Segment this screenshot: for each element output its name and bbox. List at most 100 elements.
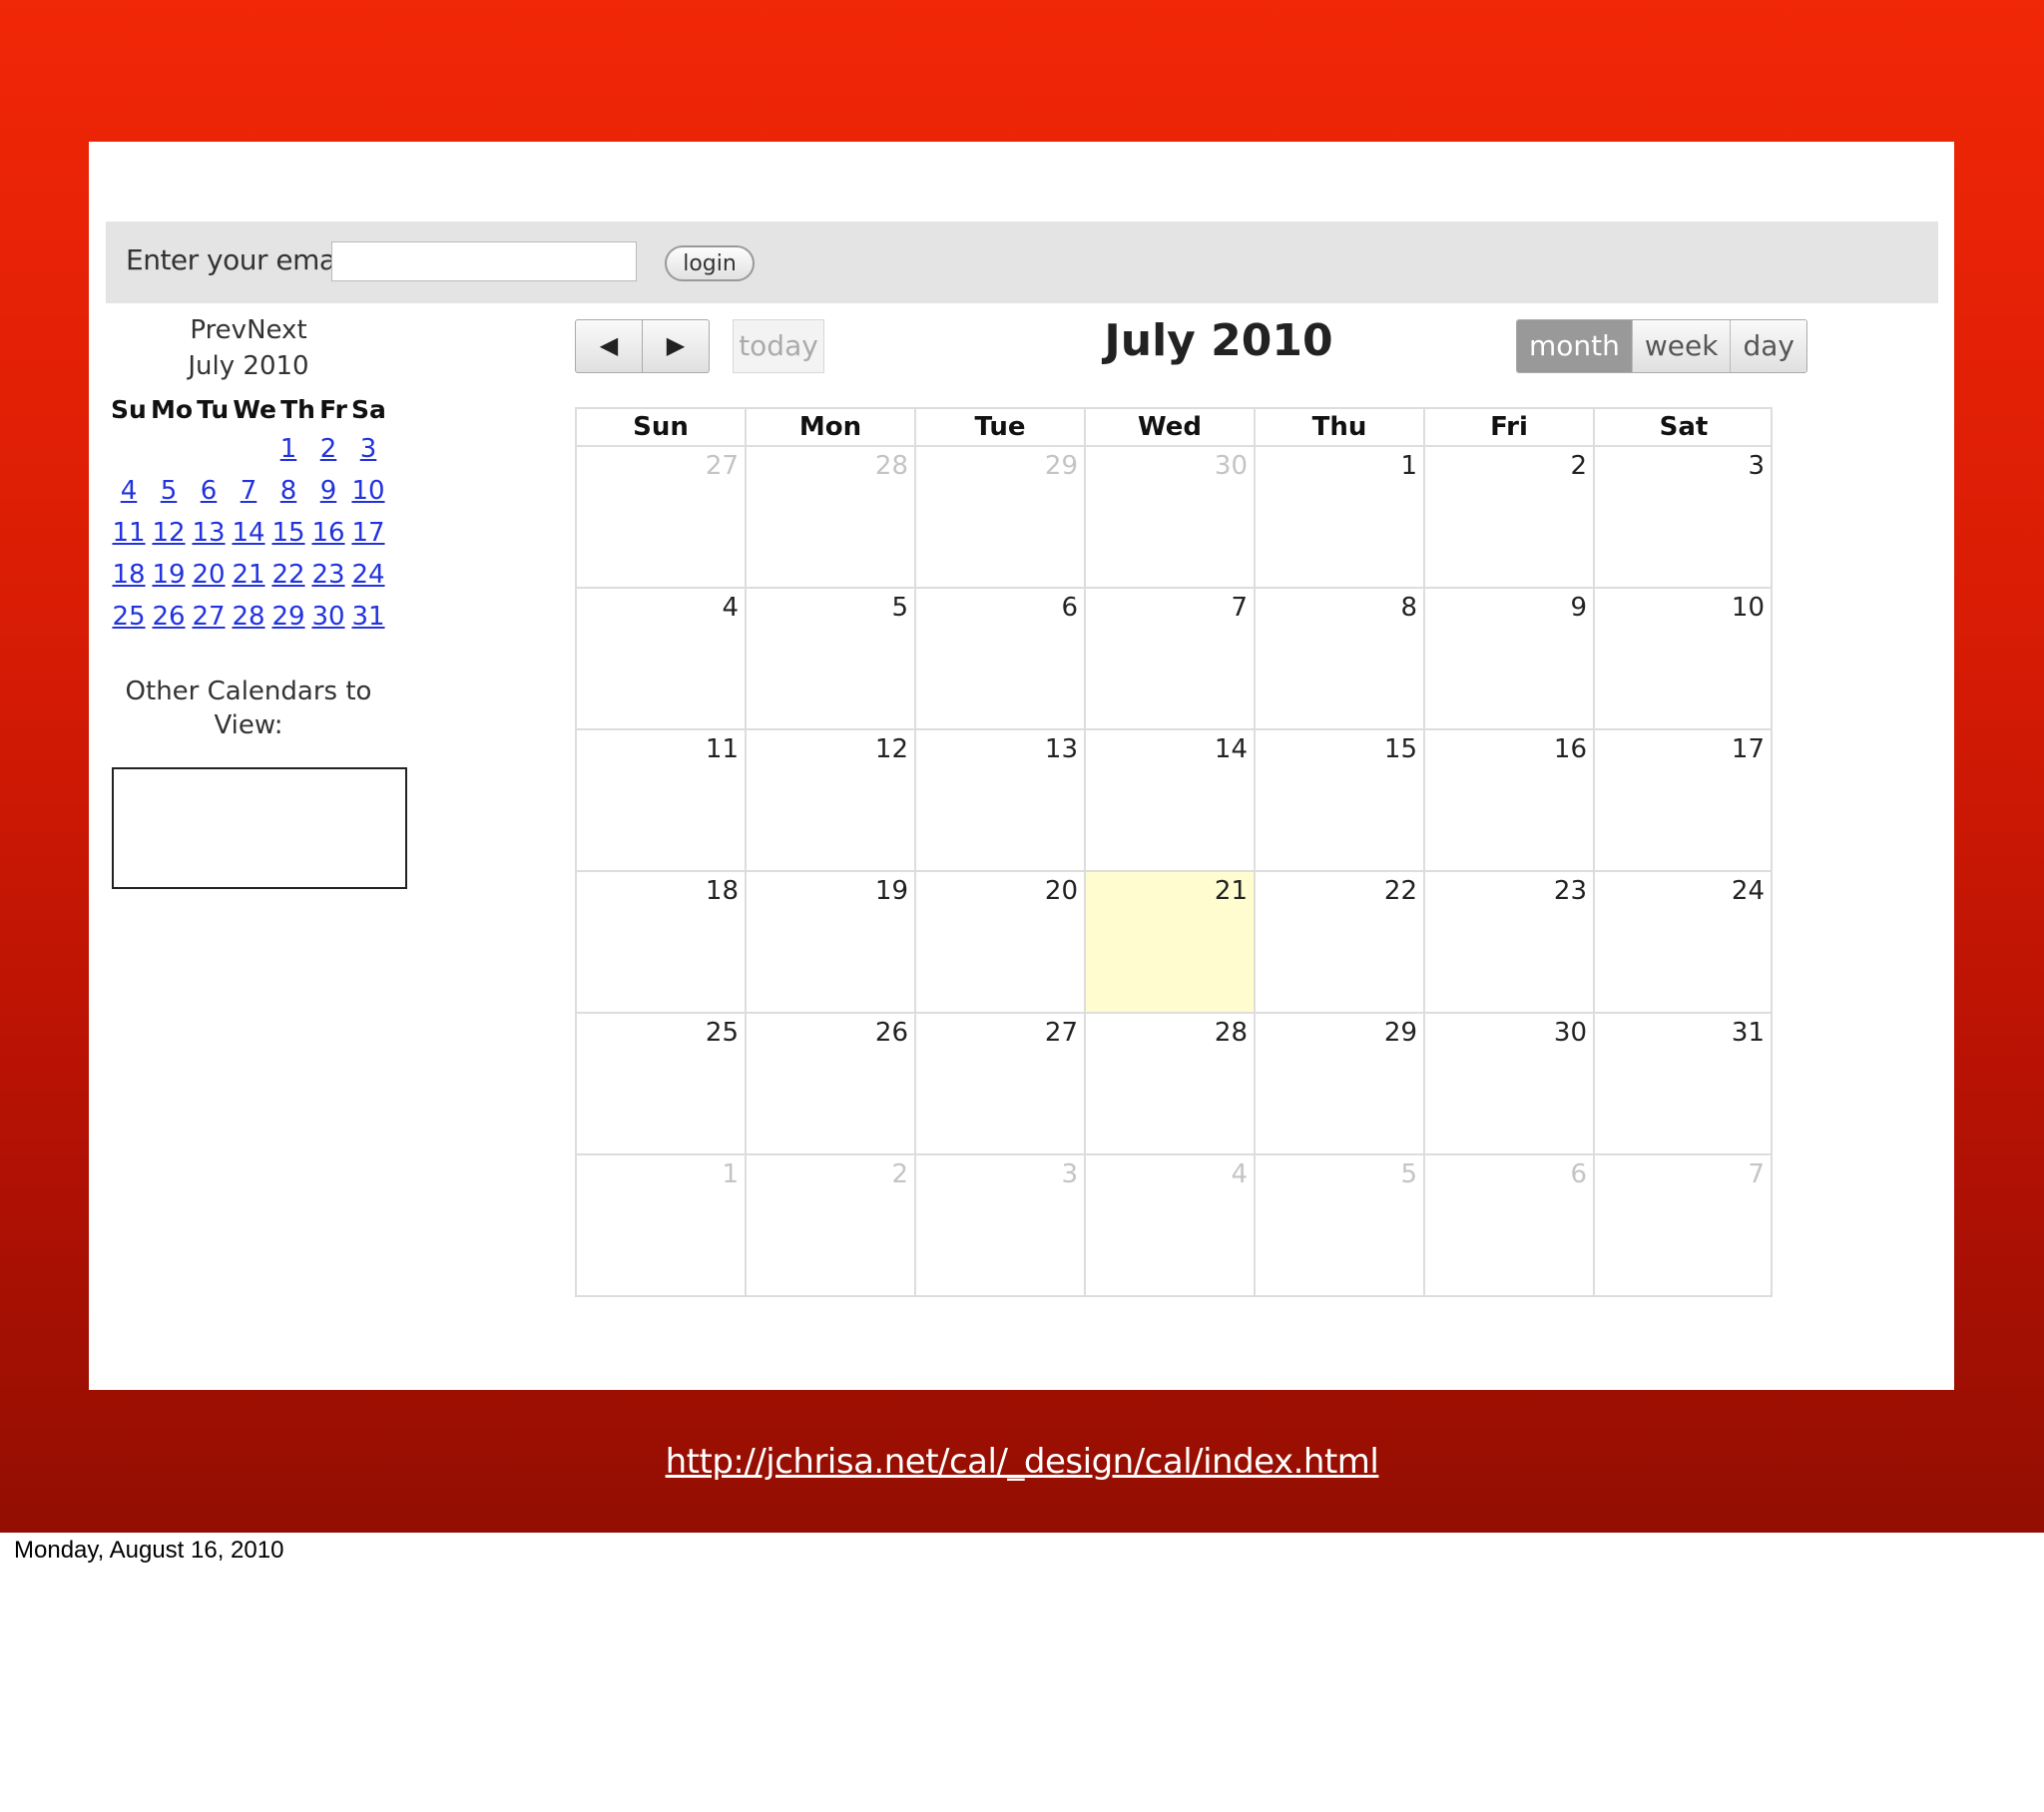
day-cell[interactable]: 3	[1595, 447, 1773, 587]
mini-day-link[interactable]: 11	[112, 518, 145, 548]
arrow-left-icon: ◀	[599, 332, 619, 359]
day-cell[interactable]: 18	[577, 872, 747, 1012]
mini-day-link[interactable]: 4	[121, 476, 138, 506]
mini-weekday: Su	[111, 395, 147, 424]
mini-day-link[interactable]: 3	[360, 434, 377, 464]
day-cell-today[interactable]: 21	[1086, 872, 1256, 1012]
next-month-button[interactable]: ▶	[642, 319, 710, 373]
mini-day-link[interactable]: 22	[271, 560, 304, 590]
mini-day-link[interactable]: 15	[271, 518, 304, 548]
day-cell[interactable]: 4	[577, 589, 747, 728]
mini-day-link[interactable]: 7	[241, 476, 257, 506]
day-cell[interactable]: 15	[1256, 730, 1425, 870]
day-cell[interactable]: 31	[1595, 1014, 1773, 1153]
mini-day-link[interactable]: 31	[351, 602, 384, 632]
view-day-button[interactable]: day	[1730, 320, 1806, 372]
mini-day-link[interactable]: 26	[152, 602, 185, 632]
day-cell[interactable]: 23	[1425, 872, 1595, 1012]
mini-day-link[interactable]: 27	[192, 602, 225, 632]
mini-day-link[interactable]: 19	[152, 560, 185, 590]
day-cell[interactable]: 25	[577, 1014, 747, 1153]
day-cell[interactable]: 29	[916, 447, 1086, 587]
mini-day-link[interactable]: 20	[192, 560, 225, 590]
calendar-title: July 2010	[1104, 315, 1333, 366]
mini-day-link[interactable]: 30	[311, 602, 344, 632]
day-cell[interactable]: 14	[1086, 730, 1256, 870]
day-cell[interactable]: 13	[916, 730, 1086, 870]
day-cell[interactable]: 17	[1595, 730, 1773, 870]
day-cell[interactable]: 24	[1595, 872, 1773, 1012]
day-cell[interactable]: 1	[1256, 447, 1425, 587]
mini-day-cell: 13	[189, 518, 229, 550]
day-cell[interactable]: 11	[577, 730, 747, 870]
day-cell[interactable]: 28	[1086, 1014, 1256, 1153]
day-number: 27	[1044, 1018, 1078, 1048]
day-cell[interactable]: 28	[747, 447, 916, 587]
day-cell[interactable]: 7	[1595, 1155, 1773, 1295]
mini-calendar-nav[interactable]: PrevNext	[109, 315, 388, 345]
day-cell[interactable]: 3	[916, 1155, 1086, 1295]
day-cell[interactable]: 22	[1256, 872, 1425, 1012]
mini-day-link[interactable]: 29	[271, 602, 304, 632]
day-cell[interactable]: 20	[916, 872, 1086, 1012]
mini-day-link[interactable]: 2	[320, 434, 337, 464]
mini-day-link[interactable]: 23	[311, 560, 344, 590]
mini-day-link[interactable]: 12	[152, 518, 185, 548]
mini-day-link[interactable]: 14	[232, 518, 264, 548]
day-cell[interactable]: 30	[1425, 1014, 1595, 1153]
day-cell[interactable]: 16	[1425, 730, 1595, 870]
day-cell[interactable]: 29	[1256, 1014, 1425, 1153]
mini-day-link[interactable]: 24	[351, 560, 384, 590]
mini-week-row: 123	[109, 434, 388, 466]
day-cell[interactable]: 1	[577, 1155, 747, 1295]
day-cell[interactable]: 30	[1086, 447, 1256, 587]
day-cell[interactable]: 2	[1425, 447, 1595, 587]
day-cell[interactable]: 26	[747, 1014, 916, 1153]
mini-day-link[interactable]: 17	[351, 518, 384, 548]
day-cell[interactable]: 5	[747, 589, 916, 728]
day-number: 3	[1061, 1159, 1078, 1189]
view-week-button[interactable]: week	[1631, 320, 1731, 372]
mini-day-link[interactable]: 9	[320, 476, 337, 506]
day-number: 30	[1214, 451, 1248, 481]
mini-day-link[interactable]: 18	[112, 560, 145, 590]
day-number: 7	[1748, 1159, 1765, 1189]
mini-week-row: 11 12 13 14 15 16 17	[109, 518, 388, 550]
day-cell[interactable]: 7	[1086, 589, 1256, 728]
today-button[interactable]: today	[733, 319, 824, 373]
day-cell[interactable]: 6	[1425, 1155, 1595, 1295]
day-cell[interactable]: 10	[1595, 589, 1773, 728]
email-label: Enter your email	[126, 243, 351, 276]
mini-week-row: 4 5 6 7 8 9 10	[109, 476, 388, 508]
email-input[interactable]	[331, 241, 637, 281]
day-cell[interactable]: 5	[1256, 1155, 1425, 1295]
day-cell[interactable]: 27	[577, 447, 747, 587]
weekday-header: Sun Mon Tue Wed Thu Fri Sat	[575, 407, 1773, 445]
prev-month-button[interactable]: ◀	[575, 319, 643, 373]
mini-day-link[interactable]: 16	[311, 518, 344, 548]
other-calendars-list[interactable]	[112, 767, 407, 889]
day-cell[interactable]: 4	[1086, 1155, 1256, 1295]
mini-day-link[interactable]: 8	[280, 476, 297, 506]
mini-day-link[interactable]: 28	[232, 602, 264, 632]
day-number: 7	[1231, 593, 1248, 623]
source-url-link[interactable]: http://jchrisa.net/cal/_design/cal/index…	[0, 1442, 2044, 1482]
mini-day-link[interactable]: 13	[192, 518, 225, 548]
day-cell[interactable]: 27	[916, 1014, 1086, 1153]
mini-day-link[interactable]: 1	[280, 434, 297, 464]
day-cell[interactable]: 8	[1256, 589, 1425, 728]
login-button[interactable]: login	[665, 245, 755, 281]
calendar-toolbar: ◀ ▶ today July 2010 month week day	[575, 315, 1860, 375]
mini-day-link[interactable]: 25	[112, 602, 145, 632]
day-cell[interactable]: 12	[747, 730, 916, 870]
mini-day-link[interactable]: 5	[161, 476, 178, 506]
view-month-button[interactable]: month	[1517, 320, 1632, 372]
day-cell[interactable]: 19	[747, 872, 916, 1012]
mini-day-link[interactable]: 10	[351, 476, 384, 506]
mini-day-cell: 4	[109, 476, 149, 508]
mini-day-link[interactable]: 6	[201, 476, 218, 506]
day-cell[interactable]: 9	[1425, 589, 1595, 728]
mini-day-link[interactable]: 21	[232, 560, 264, 590]
day-cell[interactable]: 2	[747, 1155, 916, 1295]
day-cell[interactable]: 6	[916, 589, 1086, 728]
